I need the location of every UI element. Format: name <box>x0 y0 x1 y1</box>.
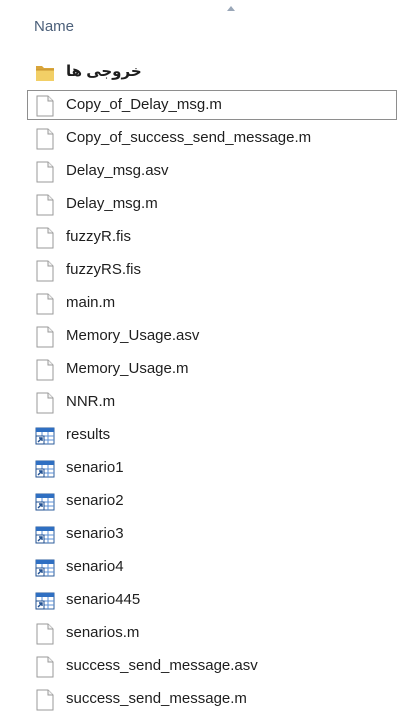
file-icon <box>36 128 54 150</box>
file-row[interactable]: fuzzyR.fis <box>27 222 397 252</box>
file-name: success_send_message.asv <box>66 657 258 674</box>
column-header[interactable]: Name <box>0 0 416 52</box>
file-icon <box>36 227 54 249</box>
file-row[interactable]: fuzzyRS.fis <box>27 255 397 285</box>
file-name: Memory_Usage.m <box>66 360 189 377</box>
file-name: senario2 <box>66 492 124 509</box>
file-name: Delay_msg.m <box>66 195 158 212</box>
file-row[interactable]: NNR.m <box>27 387 397 417</box>
file-name: senario3 <box>66 525 124 542</box>
data-shortcut-icon <box>35 493 55 511</box>
data-shortcut-icon <box>35 592 55 610</box>
file-row[interactable]: results <box>27 420 397 450</box>
file-name: senarios.m <box>66 624 140 641</box>
file-icon <box>36 623 54 645</box>
file-row[interactable]: success_send_message.m <box>27 684 397 714</box>
file-name: results <box>66 426 111 443</box>
file-name: Copy_of_Delay_msg.m <box>66 96 222 113</box>
file-row[interactable]: Copy_of_success_send_message.m <box>27 123 397 153</box>
file-name: senario4 <box>66 558 124 575</box>
file-row[interactable]: main.m <box>27 288 397 318</box>
data-shortcut-icon <box>35 526 55 544</box>
file-row[interactable]: Memory_Usage.asv <box>27 321 397 351</box>
file-name: Copy_of_success_send_message.m <box>66 129 312 146</box>
file-name: senario445 <box>66 591 141 608</box>
file-row[interactable]: senario445 <box>27 585 397 615</box>
file-icon <box>36 194 54 216</box>
file-row[interactable]: success_send_message.asv <box>27 651 397 681</box>
file-name: Memory_Usage.asv <box>66 327 200 344</box>
file-icon <box>36 260 54 282</box>
file-name: Delay_msg.asv <box>66 162 169 179</box>
file-name: fuzzyRS.fis <box>66 261 142 278</box>
file-name: senario1 <box>66 459 124 476</box>
file-row[interactable]: senario4 <box>27 552 397 582</box>
file-row[interactable]: Delay_msg.m <box>27 189 397 219</box>
data-shortcut-icon <box>35 460 55 478</box>
file-name: fuzzyR.fis <box>66 228 132 245</box>
file-row[interactable]: Delay_msg.asv <box>27 156 397 186</box>
file-row[interactable]: Copy_of_Delay_msg.m <box>27 90 397 120</box>
file-row[interactable]: senarios.m <box>27 618 397 648</box>
file-row[interactable]: senario3 <box>27 519 397 549</box>
file-icon <box>36 161 54 183</box>
file-icon <box>36 95 54 117</box>
file-icon <box>36 293 54 315</box>
file-name: main.m <box>66 294 116 311</box>
data-shortcut-icon <box>35 559 55 577</box>
file-name: خروجی ها <box>66 63 142 80</box>
file-name: NNR.m <box>66 393 116 410</box>
file-icon <box>36 326 54 348</box>
file-name: success_send_message.m <box>66 690 247 707</box>
file-row[interactable]: Memory_Usage.m <box>27 354 397 384</box>
folder-row[interactable]: خروجی ها <box>27 57 397 87</box>
file-icon <box>36 656 54 678</box>
file-icon <box>36 359 54 381</box>
folder-icon <box>36 66 54 81</box>
file-icon <box>36 689 54 711</box>
data-shortcut-icon <box>35 427 55 445</box>
file-row[interactable]: senario1 <box>27 453 397 483</box>
file-icon <box>36 392 54 414</box>
file-row[interactable]: senario2 <box>27 486 397 516</box>
name-column-label[interactable]: Name <box>34 18 74 35</box>
sort-ascending-icon <box>227 6 235 11</box>
